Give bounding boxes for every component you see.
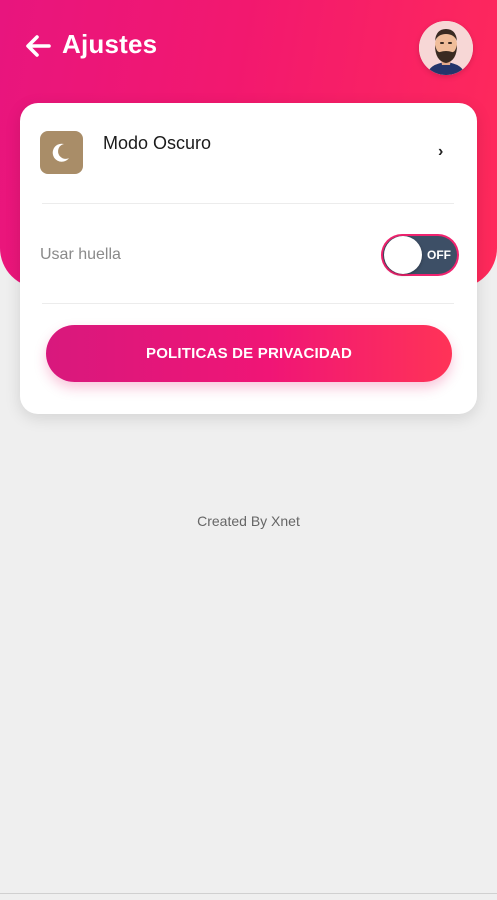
fingerprint-toggle[interactable]: OFF [381, 234, 459, 276]
chevron-right-icon: › [438, 143, 444, 160]
moon-icon [52, 143, 69, 162]
bottom-divider [0, 893, 497, 894]
toggle-knob [384, 236, 422, 274]
dark-mode-label: Modo Oscuro [103, 133, 212, 153]
divider [42, 303, 454, 304]
dark-mode-row[interactable]: Modo Oscuro › [20, 103, 477, 203]
toggle-state-text: OFF [427, 248, 451, 262]
fingerprint-label: Usar huella [40, 246, 121, 263]
bearded-man-avatar [419, 21, 473, 75]
footer-credit: Created By Xnet [197, 513, 300, 529]
page-title: Ajustes [62, 29, 158, 59]
moon-tile [40, 131, 83, 174]
avatar[interactable] [419, 21, 473, 75]
divider [42, 203, 454, 204]
privacy-policy-button[interactable]: POLITICAS DE PRIVACIDAD [46, 325, 452, 382]
arrow-left-icon [26, 35, 51, 57]
settings-card: Modo Oscuro › Usar huella OFF POLITICAS … [20, 103, 477, 414]
back-button[interactable] [24, 32, 52, 60]
toggle-track: OFF [383, 236, 457, 274]
